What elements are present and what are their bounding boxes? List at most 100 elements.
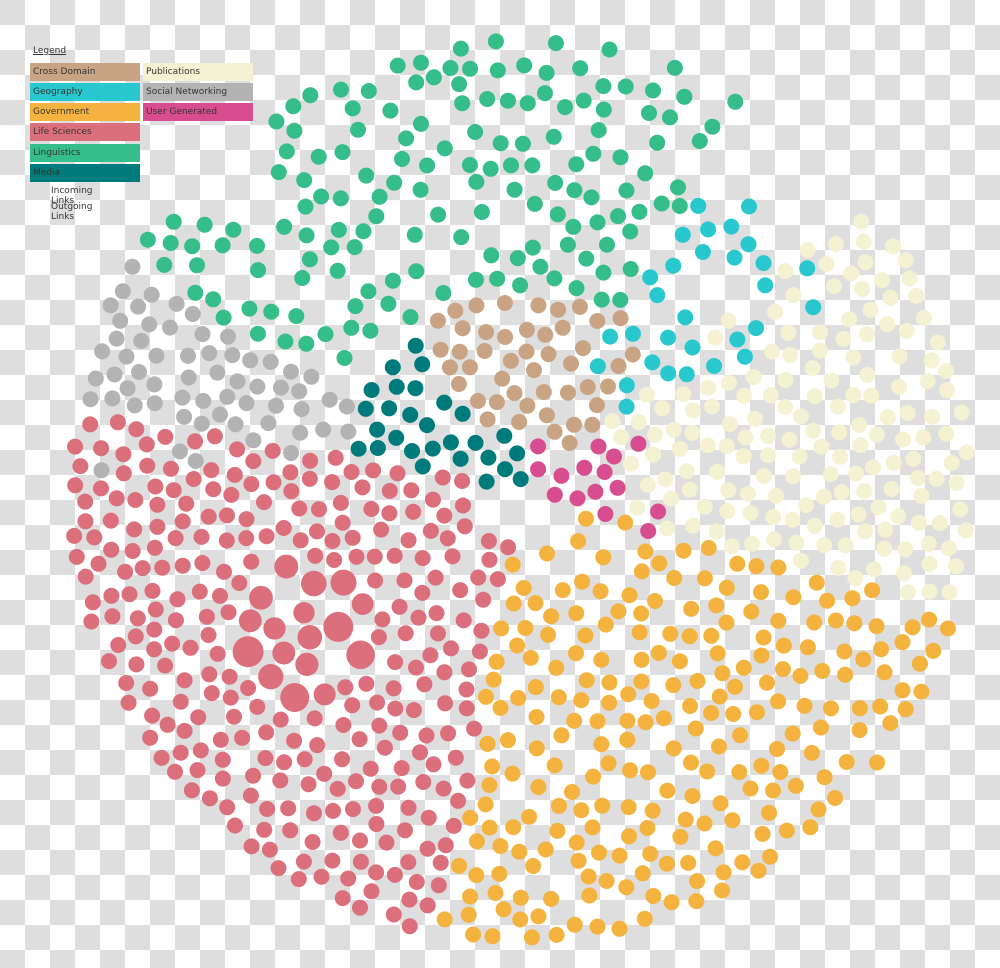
node-life-sciences[interactable] — [324, 533, 341, 549]
node-life-sciences[interactable] — [206, 428, 223, 445]
node-linguistics[interactable] — [473, 204, 490, 220]
node-government[interactable] — [827, 612, 844, 629]
node-publications[interactable] — [877, 521, 894, 538]
node-government[interactable] — [521, 808, 538, 825]
node-linguistics[interactable] — [406, 226, 423, 243]
node-government[interactable] — [687, 720, 704, 737]
node-media[interactable] — [497, 461, 513, 478]
node-linguistics[interactable] — [389, 57, 406, 74]
node-publications[interactable] — [909, 470, 926, 487]
node-life-sciences[interactable] — [352, 832, 368, 849]
node-linguistics[interactable] — [601, 41, 618, 58]
node-linguistics[interactable] — [509, 250, 526, 267]
node-linguistics[interactable] — [310, 148, 327, 165]
node-publications[interactable] — [910, 514, 927, 531]
node-government[interactable] — [574, 573, 591, 590]
node-life-sciences[interactable] — [256, 494, 272, 511]
node-life-sciences[interactable] — [454, 473, 471, 489]
node-life-sciences[interactable] — [144, 582, 161, 599]
legend-item-social-networking[interactable]: Social Networking — [143, 83, 253, 101]
node-life-sciences[interactable] — [440, 725, 457, 742]
node-life-sciences[interactable] — [257, 750, 274, 767]
node-government[interactable] — [465, 926, 482, 943]
node-government[interactable] — [491, 865, 508, 882]
node-life-sciences[interactable] — [408, 659, 424, 676]
node-life-sciences[interactable] — [258, 664, 284, 690]
node-publications[interactable] — [913, 487, 930, 504]
node-publications[interactable] — [804, 360, 821, 377]
node-cross-domain[interactable] — [518, 321, 535, 338]
node-government[interactable] — [851, 700, 868, 717]
node-social-networking[interactable] — [168, 295, 185, 312]
node-life-sciences[interactable] — [134, 560, 151, 577]
node-linguistics[interactable] — [727, 93, 744, 110]
node-life-sciences[interactable] — [183, 782, 200, 799]
node-linguistics[interactable] — [595, 78, 612, 95]
node-life-sciences[interactable] — [265, 474, 282, 491]
node-life-sciences[interactable] — [126, 521, 143, 538]
node-government[interactable] — [876, 664, 893, 681]
node-government[interactable] — [640, 764, 656, 781]
node-government[interactable] — [550, 689, 567, 706]
node-government[interactable] — [634, 865, 651, 882]
node-life-sciences[interactable] — [371, 717, 388, 734]
node-cross-domain[interactable] — [488, 394, 505, 411]
node-government[interactable] — [836, 643, 853, 660]
node-government[interactable] — [468, 867, 485, 884]
node-linguistics[interactable] — [637, 165, 654, 182]
node-life-sciences[interactable] — [176, 672, 193, 689]
node-linguistics[interactable] — [666, 59, 683, 76]
node-life-sciences[interactable] — [103, 587, 120, 604]
node-life-sciences[interactable] — [290, 871, 307, 888]
node-publications[interactable] — [777, 399, 794, 415]
node-life-sciences[interactable] — [219, 799, 236, 816]
node-linguistics[interactable] — [165, 213, 182, 230]
node-publications[interactable] — [874, 272, 891, 289]
node-publications[interactable] — [826, 278, 842, 295]
node-publications[interactable] — [785, 287, 802, 304]
node-life-sciences[interactable] — [459, 772, 476, 789]
node-cross-domain[interactable] — [468, 297, 485, 314]
node-life-sciences[interactable] — [437, 695, 454, 712]
node-government[interactable] — [750, 862, 767, 879]
node-government[interactable] — [553, 727, 570, 744]
node-life-sciences[interactable] — [345, 801, 361, 818]
node-social-networking[interactable] — [303, 368, 320, 385]
node-publications[interactable] — [719, 503, 736, 520]
node-publications[interactable] — [764, 343, 780, 360]
node-life-sciences[interactable] — [381, 482, 398, 499]
node-social-networking[interactable] — [272, 379, 289, 396]
node-publications[interactable] — [897, 252, 914, 269]
node-life-sciences[interactable] — [376, 739, 393, 756]
node-social-networking[interactable] — [212, 406, 228, 423]
node-publications[interactable] — [915, 309, 932, 326]
node-linguistics[interactable] — [344, 100, 361, 117]
node-geography[interactable] — [729, 331, 746, 348]
node-publications[interactable] — [659, 520, 676, 537]
node-publications[interactable] — [737, 429, 754, 446]
node-publications[interactable] — [843, 265, 860, 282]
node-linguistics[interactable] — [250, 262, 267, 279]
node-life-sciences[interactable] — [365, 462, 382, 479]
node-publications[interactable] — [675, 386, 692, 403]
node-life-sciences[interactable] — [456, 518, 473, 535]
node-life-sciences[interactable] — [153, 749, 170, 766]
node-government[interactable] — [479, 735, 496, 752]
node-government[interactable] — [663, 894, 680, 911]
node-linguistics[interactable] — [294, 270, 311, 286]
node-linguistics[interactable] — [184, 238, 201, 255]
node-linguistics[interactable] — [412, 181, 429, 198]
node-geography[interactable] — [618, 398, 635, 415]
node-life-sciences[interactable] — [363, 883, 380, 900]
node-linguistics[interactable] — [276, 218, 293, 235]
node-publications[interactable] — [862, 301, 879, 318]
node-life-sciences[interactable] — [263, 617, 286, 640]
node-life-sciences[interactable] — [187, 433, 204, 450]
node-social-networking[interactable] — [292, 424, 309, 441]
node-government[interactable] — [837, 666, 854, 683]
node-geography[interactable] — [665, 257, 682, 274]
node-linguistics[interactable] — [618, 182, 635, 199]
node-media[interactable] — [424, 440, 441, 457]
node-publications[interactable] — [823, 372, 840, 389]
node-government[interactable] — [593, 651, 610, 668]
